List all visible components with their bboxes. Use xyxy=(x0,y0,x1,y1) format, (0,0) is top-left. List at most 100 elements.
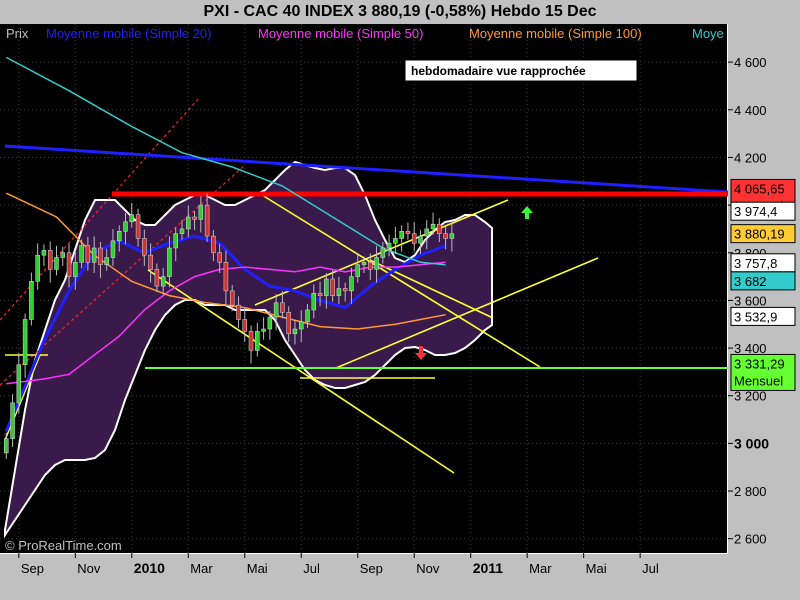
candle-body xyxy=(273,302,279,318)
price-tag-value: 4 065,65 xyxy=(734,181,785,196)
chart-canvas[interactable]: Prix Moyenne mobile (Simple 20) Moyenne … xyxy=(0,0,800,600)
candle-body xyxy=(142,238,147,256)
price-tag-value: 3 331,29 xyxy=(734,356,785,371)
candle-body xyxy=(91,247,97,263)
candle-body xyxy=(267,316,273,330)
price-tag-value: 3 880,19 xyxy=(734,227,785,242)
candle-body xyxy=(16,364,22,404)
candle-body xyxy=(374,257,379,270)
candle-body xyxy=(292,328,298,335)
x-tick-label: Mar xyxy=(529,561,552,576)
y-tick-label: 3 200 xyxy=(734,389,767,404)
long-term-trendline xyxy=(4,144,729,194)
watermark: © ProRealTime.com xyxy=(5,538,122,553)
candle-body xyxy=(192,216,197,220)
legend-item-extra: Moye xyxy=(692,26,724,41)
candle-body xyxy=(223,262,229,292)
x-tick-label: Mar xyxy=(190,561,213,576)
x-tick-label: Nov xyxy=(77,561,101,576)
candle-body xyxy=(85,245,91,263)
candle-body xyxy=(248,331,254,351)
candle-body xyxy=(443,233,448,239)
x-tick-label: Nov xyxy=(416,561,440,576)
candle-body xyxy=(66,252,72,277)
x-tick-label: Sep xyxy=(21,561,44,576)
price-tag-sublabel: Mensuel xyxy=(734,373,783,388)
candle-body xyxy=(186,216,191,230)
x-tick-label: Mai xyxy=(247,561,268,576)
candle-body xyxy=(368,262,373,270)
candle-body xyxy=(411,233,417,244)
candle-body xyxy=(160,276,166,287)
x-tick-label: 2010 xyxy=(134,560,165,576)
candle-body xyxy=(173,233,178,249)
legend-item-sma20: Moyenne mobile (Simple 20) xyxy=(46,26,211,41)
candle-body xyxy=(110,240,116,258)
annotation-text: hebdomadaire vue rapprochée xyxy=(411,64,586,78)
candle-body xyxy=(154,269,160,287)
candle-body xyxy=(179,228,185,234)
candle-body xyxy=(242,319,248,332)
arrow-up-icon xyxy=(521,206,533,219)
candle-body xyxy=(236,304,241,320)
candle-body xyxy=(349,276,354,292)
candle-body xyxy=(255,331,260,351)
candle-body xyxy=(123,221,128,232)
y-tick-label: 3 400 xyxy=(734,341,767,356)
price-tags: 4 065,65 Mensuel 3 974,4 3 880,19 3 757,8 3 6… xyxy=(730,178,796,391)
y-tick-label: 3 000 xyxy=(734,435,769,451)
candle-body xyxy=(437,223,442,234)
candle-body xyxy=(305,309,310,323)
legend: Prix Moyenne mobile (Simple 20) Moyenne … xyxy=(6,26,724,41)
candle-body xyxy=(261,328,266,332)
candle-body xyxy=(217,252,222,263)
candle-body xyxy=(399,231,404,239)
candle-body xyxy=(41,250,47,256)
candle-body xyxy=(104,257,109,265)
y-tick-label: 4 400 xyxy=(734,103,767,118)
price-tag-value: 3 532,9 xyxy=(734,309,777,324)
candle-body xyxy=(355,264,360,277)
candle-body xyxy=(204,204,210,237)
candle-body xyxy=(342,288,348,292)
candle-body xyxy=(148,254,153,270)
candle-body xyxy=(54,257,59,270)
x-tick-label: Jul xyxy=(642,561,659,576)
candle-body xyxy=(98,247,103,265)
candle-body xyxy=(361,262,367,265)
candle-body xyxy=(430,223,436,230)
candle-body xyxy=(79,245,84,263)
price-tag-value: 3 974,4 xyxy=(734,204,777,219)
candle-body xyxy=(393,238,398,244)
x-tick-label: Jul xyxy=(303,561,320,576)
candle-body xyxy=(22,319,28,366)
y-tick-label: 2 600 xyxy=(734,532,767,547)
candle-body xyxy=(386,242,392,249)
candle-body xyxy=(280,302,285,313)
price-tag-value: 3 682 xyxy=(734,274,767,289)
candle-body xyxy=(286,312,291,335)
candle-body xyxy=(73,262,78,277)
candle-body xyxy=(311,293,317,311)
candle-body xyxy=(10,402,15,439)
price-tag-value: 3 757,8 xyxy=(734,256,777,271)
candle-body xyxy=(47,250,53,270)
candle-body xyxy=(35,254,40,282)
candle-body xyxy=(336,288,342,296)
candle-body xyxy=(60,252,66,258)
candle-body xyxy=(298,321,304,330)
x-tick-label: Mai xyxy=(586,561,607,576)
legend-item-price: Prix xyxy=(6,26,29,41)
candle-body xyxy=(29,281,34,320)
candle-body xyxy=(418,235,423,244)
y-tick-label: 2 800 xyxy=(734,484,767,499)
candle-body xyxy=(116,231,122,242)
candle-body xyxy=(4,438,9,454)
y-tick-label: 4 600 xyxy=(734,55,767,70)
candle-body xyxy=(129,214,135,223)
x-tick-label: 2011 xyxy=(473,560,504,576)
candle-body xyxy=(229,290,235,306)
candle-body xyxy=(424,228,430,237)
candle-body xyxy=(330,278,335,296)
candle-body xyxy=(317,293,323,296)
